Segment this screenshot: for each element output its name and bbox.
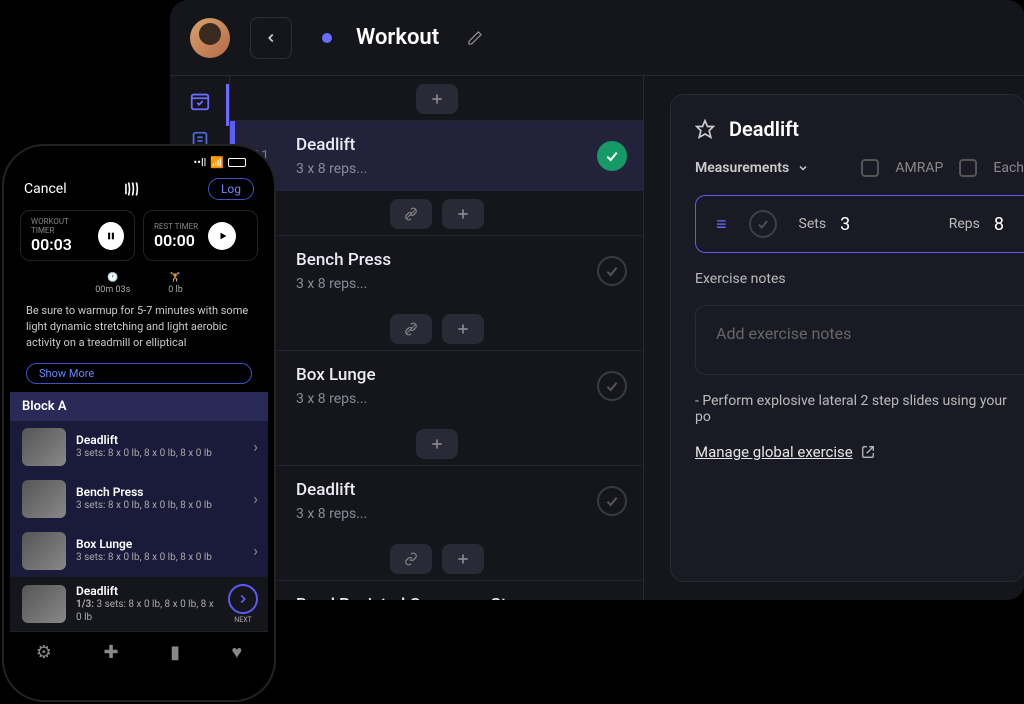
manage-global-link[interactable]: Manage global exercise <box>695 443 1024 461</box>
exercise-item[interactable]: A1Deadlift3 x 8 reps... <box>230 120 643 191</box>
complete-check[interactable] <box>597 256 627 286</box>
detail-title: Deadlift <box>729 117 799 141</box>
exercise-detail: 3 x 8 reps... <box>296 391 579 407</box>
plus-pill[interactable] <box>442 314 484 344</box>
each-label: Each <box>993 160 1024 176</box>
exercise-name: Box Lunge <box>296 365 579 385</box>
external-link-icon <box>861 445 875 459</box>
play-button[interactable] <box>208 222 236 250</box>
notes-input[interactable]: Add exercise notes <box>695 305 1024 375</box>
workout-timer: WORKOUT TIMER 00:03 <box>20 210 135 261</box>
exercise-name: Bench Press <box>296 250 579 270</box>
exercise-item[interactable]: CBand Resisted Crossover Step3 x 5 reps,… <box>230 580 643 600</box>
exercise-detail: 3 x 8 reps... <box>296 161 579 177</box>
block-header: Block A <box>10 392 268 421</box>
pause-button[interactable] <box>98 222 124 250</box>
desktop-window: Workout A1Deadlift3 x 8 reps...A2Bench P… <box>170 0 1024 600</box>
exercise-list: A1Deadlift3 x 8 reps...A2Bench Press3 x … <box>230 76 644 600</box>
cancel-button[interactable]: Cancel <box>24 181 67 197</box>
exercise-item[interactable]: A2Bench Press3 x 8 reps... <box>230 235 643 306</box>
edit-icon[interactable] <box>467 30 483 46</box>
chevron-right-icon: › <box>253 541 258 560</box>
exercise-detail: Deadlift Measurements AMRAP Each ≡ Sets <box>644 76 1024 600</box>
chevron-right-icon: › <box>253 437 258 456</box>
reps-value: 8 <box>994 214 1004 235</box>
show-more-button[interactable]: Show More <box>26 363 252 384</box>
amrap-checkbox[interactable] <box>861 159 879 177</box>
phone-exercise-item[interactable]: Deadlift3 sets: 8 x 0 lb, 8 x 0 lb, 8 x … <box>10 421 268 473</box>
set-check[interactable] <box>749 210 777 238</box>
warmup-text: Be sure to warmup for 5-7 minutes with s… <box>10 299 268 355</box>
each-checkbox[interactable] <box>959 159 977 177</box>
avatar[interactable] <box>190 18 230 58</box>
amrap-label: AMRAP <box>895 160 943 176</box>
phone-tabbar: ⚙ ✚ ▮ ♥ <box>10 631 268 673</box>
exercise-thumbnail <box>22 585 66 623</box>
complete-check[interactable] <box>597 486 627 516</box>
set-row[interactable]: ≡ Sets 3 Reps 8 <box>695 195 1024 253</box>
rest-timer: REST TIMER 00:00 <box>143 210 258 261</box>
exercise-detail: 3 x 8 reps... <box>296 506 579 522</box>
back-button[interactable] <box>250 17 292 59</box>
exercise-thumbnail <box>22 428 66 466</box>
plus-icon[interactable]: ✚ <box>103 642 118 663</box>
chevron-down-icon <box>797 162 809 174</box>
exercise-detail: 3 x 8 reps... <box>296 276 579 292</box>
next-button[interactable] <box>228 584 258 614</box>
link-pill[interactable] <box>390 199 432 229</box>
exercise-item[interactable]: A3Box Lunge3 x 8 reps... <box>230 350 643 421</box>
chevron-right-icon: › <box>253 489 258 508</box>
exercise-name: Band Resisted Crossover Step <box>296 595 579 600</box>
status-dot <box>322 33 332 43</box>
exercise-name: Deadlift <box>296 480 579 500</box>
status-bar: ••ll📶 <box>10 152 268 172</box>
plus-pill[interactable] <box>416 84 458 114</box>
exercise-tip: - Perform explosive lateral 2 step slide… <box>695 393 1024 425</box>
notes-label: Exercise notes <box>695 271 1024 287</box>
link-pill[interactable] <box>390 314 432 344</box>
complete-check[interactable] <box>597 371 627 401</box>
exercise-name: Deadlift <box>296 135 579 155</box>
phone-exercise-item[interactable]: Box Lunge3 sets: 8 x 0 lb, 8 x 0 lb, 8 x… <box>10 525 268 577</box>
note-icon[interactable]: ▮ <box>170 642 180 663</box>
calendar-icon[interactable] <box>189 90 211 112</box>
plus-pill[interactable] <box>416 429 458 459</box>
exercise-thumbnail <box>22 532 66 570</box>
sets-label: Sets <box>799 216 827 232</box>
measurements-dropdown[interactable]: Measurements <box>695 160 809 176</box>
exercise-thumbnail <box>22 480 66 518</box>
plus-pill[interactable] <box>442 199 484 229</box>
plus-pill[interactable] <box>442 544 484 574</box>
drag-handle-icon[interactable]: ≡ <box>716 214 727 235</box>
desktop-header: Workout <box>170 0 1024 76</box>
sets-value: 3 <box>840 214 850 235</box>
star-icon[interactable] <box>695 119 715 139</box>
phone-exercise-item[interactable]: Bench Press3 sets: 8 x 0 lb, 8 x 0 lb, 8… <box>10 473 268 525</box>
log-button[interactable]: Log <box>208 178 254 200</box>
reps-label: Reps <box>949 216 980 232</box>
clock-icon: 🕐 <box>107 273 118 283</box>
current-exercise: Deadlift 1/3: 3 sets: 8 x 0 lb, 8 x 0 lb… <box>10 577 268 631</box>
complete-check[interactable] <box>597 141 627 171</box>
phone-device: ••ll📶 Cancel Log WORKOUT TIMER 00:03 RES… <box>4 146 274 700</box>
heart-icon[interactable]: ♥ <box>232 642 243 663</box>
page-title: Workout <box>356 25 439 50</box>
chain-pill[interactable] <box>390 544 432 574</box>
logo-icon <box>124 179 150 199</box>
gear-icon[interactable]: ⚙ <box>36 642 52 663</box>
exercise-item[interactable]: BDeadlift3 x 8 reps... <box>230 465 643 536</box>
barbell-icon: 🏋 <box>170 273 181 283</box>
